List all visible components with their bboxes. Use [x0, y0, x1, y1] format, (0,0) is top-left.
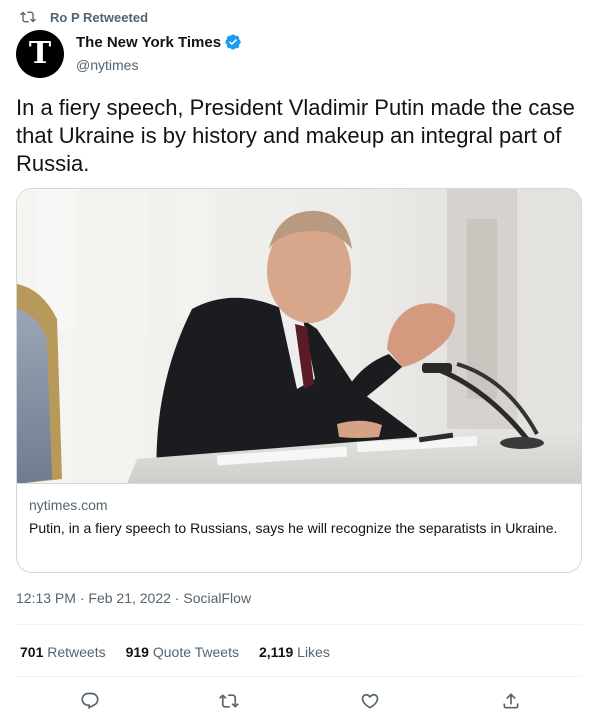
retweet-context-label: Ro P Retweeted	[50, 9, 149, 25]
retweets-count: 701	[20, 644, 44, 660]
like-icon	[360, 691, 380, 711]
tweet-source[interactable]: SocialFlow	[183, 590, 251, 606]
quotes-count: 919	[125, 644, 149, 660]
tweet-meta: 12:13 PM · Feb 21, 2022 · SocialFlow	[16, 590, 251, 606]
card-image	[17, 189, 581, 484]
reply-button[interactable]	[77, 688, 103, 714]
likes-count: 2,119	[259, 644, 294, 660]
author-name[interactable]: The New York Times	[76, 34, 221, 51]
likes-label: Likes	[297, 644, 330, 660]
retweets-stat[interactable]: 701 Retweets	[20, 644, 106, 660]
divider	[16, 676, 582, 677]
retweets-label: Retweets	[47, 644, 106, 660]
retweet-button[interactable]	[216, 688, 242, 714]
share-button[interactable]	[498, 688, 524, 714]
share-icon	[501, 691, 521, 711]
retweet-context[interactable]: Ro P Retweeted	[18, 8, 148, 26]
card-title: Putin, in a fiery speech to Russians, sa…	[29, 520, 558, 536]
tweet-text: In a fiery speech, President Vladimir Pu…	[16, 95, 575, 176]
verified-badge-icon	[224, 33, 242, 51]
avatar[interactable]: T	[16, 30, 64, 78]
retweet-icon	[219, 691, 239, 711]
action-bar	[16, 688, 582, 714]
reply-icon	[80, 691, 100, 711]
engagement-stats: 701 Retweets 919 Quote Tweets 2,119 Like…	[20, 644, 350, 660]
link-card[interactable]: nytimes.com Putin, in a fiery speech to …	[16, 188, 582, 573]
avatar-logo: T	[28, 36, 52, 71]
meta-separator: ·	[174, 590, 180, 606]
meta-separator: ·	[79, 590, 85, 606]
divider	[16, 624, 582, 625]
tweet-date[interactable]: Feb 21, 2022	[88, 590, 171, 606]
author-info: The New York Times @nytimes	[76, 33, 242, 73]
author-handle[interactable]: @nytimes	[76, 57, 242, 73]
likes-stat[interactable]: 2,119 Likes	[259, 644, 330, 660]
tweet-time[interactable]: 12:13 PM	[16, 590, 76, 606]
retweet-icon	[20, 9, 36, 25]
quotes-label: Quote Tweets	[152, 644, 239, 660]
like-button[interactable]	[357, 688, 383, 714]
quote-tweets-stat[interactable]: 919 Quote Tweets	[126, 644, 239, 660]
card-domain: nytimes.com	[29, 497, 108, 513]
